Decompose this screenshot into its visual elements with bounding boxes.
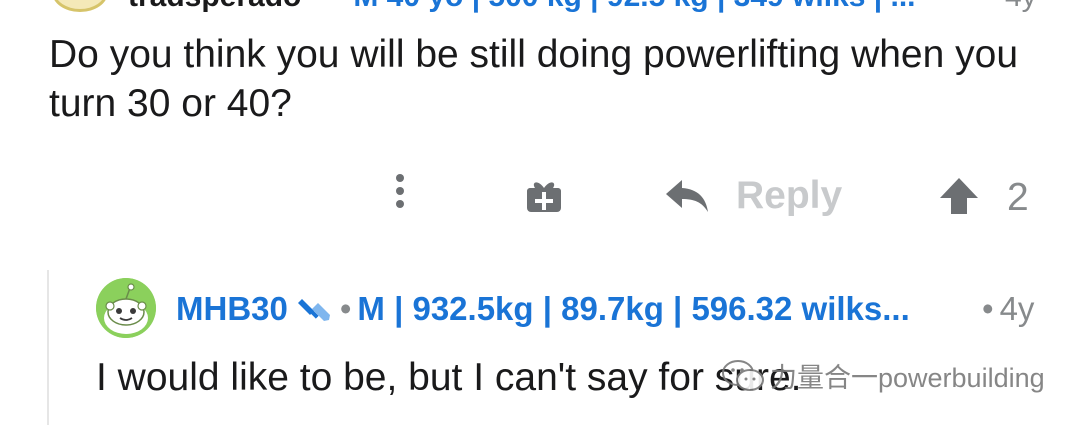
parent-avatar[interactable] [52, 0, 108, 12]
reply-button[interactable]: Reply [664, 172, 842, 220]
wechat-logo-icon [722, 359, 764, 391]
parent-comment-header: tradsperado · M 40 yo | 500 kg | 92.5 kg… [0, 0, 1079, 14]
reply-user-flair: M | 932.5kg | 89.7kg | 596.32 wilks... [357, 290, 910, 327]
comment-action-bar: Reply 2 [0, 168, 1079, 224]
thread-line[interactable] [47, 270, 49, 425]
parent-user-flair: · M 40 yo | 500 kg | 92.5 kg | 349 wilks… [335, 0, 916, 14]
vote-score: 2 [1007, 176, 1029, 219]
more-options-icon[interactable] [390, 174, 410, 218]
avatar[interactable] [96, 278, 156, 338]
reply-arrow-icon [666, 180, 708, 212]
reply-header: MHB30 • M | 932.5kg | 89.7kg | 596.32 wi… [176, 290, 910, 328]
reply-age-wrap: • 4y [976, 290, 1034, 328]
watermark-text: 力量合一powerbuilding [770, 363, 1045, 393]
separator-dot: • [339, 290, 352, 327]
reply-label: Reply [736, 174, 843, 217]
reply-age: 4y [999, 290, 1035, 327]
upvote-icon[interactable] [938, 176, 980, 216]
parent-comment-age: 4y [1005, 0, 1037, 14]
moderator-sword-icon [297, 299, 330, 321]
reply-username[interactable]: MHB30 [176, 290, 288, 328]
parent-username[interactable]: tradsperado [128, 0, 301, 14]
age-separator-dot: • [982, 290, 994, 327]
award-icon[interactable] [524, 176, 564, 216]
parent-comment-body: Do you think you will be still doing pow… [49, 33, 1019, 125]
watermark: 力量合一powerbuilding [720, 356, 1045, 395]
reply-body: I would like to be, but I can't say for … [96, 356, 802, 399]
